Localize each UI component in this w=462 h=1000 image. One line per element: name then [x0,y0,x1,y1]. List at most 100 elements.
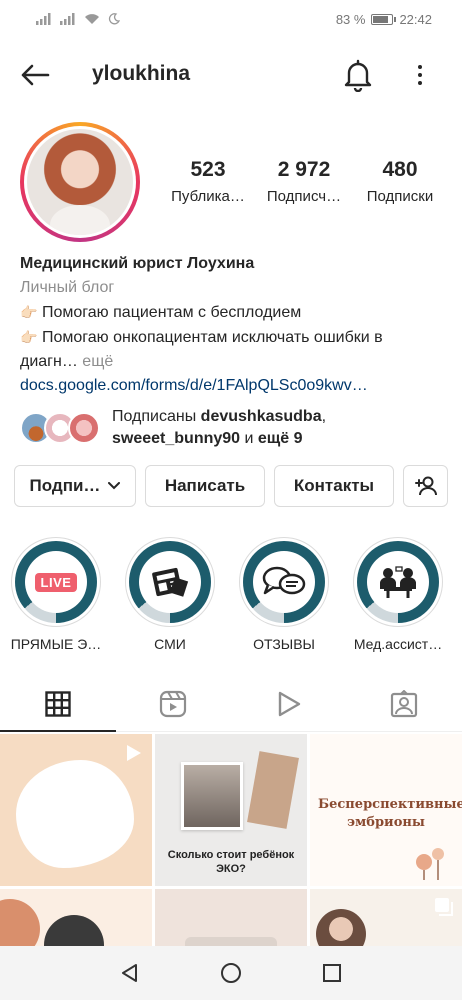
post-photo [44,915,104,946]
chevron-down-icon [108,482,121,490]
stat-value: 523 [190,158,226,181]
profile-actions: Подпи… Написать Контакты [14,465,448,507]
clock: 22:42 [399,11,432,27]
followed-by[interactable]: Подписаны devushkasudba, sweeet_bunny90 … [20,406,450,450]
highlight-reviews[interactable]: ОТЗЫВЫ [234,537,334,652]
post-shape [0,899,40,946]
follower-name: devushkasudba [200,408,322,425]
follower-name: sweeet_bunny90 [112,430,241,447]
followed-rest: ещё 9 [257,430,303,447]
system-navigation-bar [0,946,462,1000]
flower-decoration [416,848,444,880]
followed-by-text: Подписаны devushkasudba, sweeet_bunny90 … [112,408,327,447]
profile-avatar[interactable] [20,122,140,242]
dot-icon [418,65,422,69]
nav-back-button[interactable] [110,953,150,993]
highlight-cover [243,541,325,623]
highlight-core: LIVE [25,551,87,613]
battery-percent: 83 % [335,11,366,27]
post-caption: Сколько стоит ребёнок ЭКО? [167,849,295,875]
profile-display-name: Медицинский юрист Лоухина [20,255,255,272]
subscribed-button[interactable]: Подпи… [14,465,136,507]
highlight-media[interactable]: СМИ [120,537,220,652]
highlight-label: ПРЯМЫЕ Э… [10,636,102,652]
dot-icon [418,73,422,77]
contacts-button[interactable]: Контакты [274,465,394,507]
status-bar: 83 % 22:42 [0,0,462,38]
notifications-button[interactable] [342,58,374,93]
stat-label: Подписки [366,188,434,205]
profile-stats: 523 Публика… 2 972 Подписч… 480 Подписки [160,158,450,205]
tab-tagged[interactable] [347,676,462,731]
follower-avatars [20,410,108,446]
highlight-label: Мед.ассист… [353,636,443,652]
more-options-button[interactable] [408,60,432,90]
wifi-icon [85,14,99,24]
highlight-assistant[interactable]: Мед.ассист… [348,537,448,652]
tab-reels[interactable] [116,676,232,731]
newspaper-icon [152,567,189,597]
battery-icon [371,13,397,25]
square-recents-icon [322,964,341,982]
stat-label: Подписч… [266,188,342,205]
highlight-label: ОТЗЫВЫ [253,636,315,652]
post-thumbnail[interactable] [0,889,152,946]
post-caption: Бесперспективные эмбрионы [318,797,462,830]
nav-recents-button[interactable] [312,953,352,993]
post-shape [185,937,277,946]
tab-posts-grid[interactable] [0,676,116,732]
bio-more-link[interactable]: ещё [82,353,113,370]
grid-icon [45,690,71,717]
highlight-live[interactable]: LIVE ПРЯМЫЕ Э… [6,537,106,652]
video-post-icon [127,745,141,761]
bio-line: диагн… ещё [20,350,450,374]
highlight-core [139,551,201,613]
post-thumbnail[interactable]: Сколько стоит ребёнок ЭКО? [155,734,307,886]
post-thumbnail[interactable] [155,889,307,946]
status-left [36,13,120,25]
bio-website-link[interactable]: docs.google.com/forms/d/e/1FAlpQLSc0o9kw… [20,374,450,398]
stat-value: 2 972 [277,158,331,181]
pointing-hand-icon: 👉🏻 [20,304,38,320]
profile-username: yloukhina [92,62,191,85]
stat-posts[interactable]: 523 Публика… [160,158,256,205]
bio-line: 👉🏻 Помогаю онкопациентам исключать ошибки… [20,325,450,350]
suggested-people-button[interactable] [403,465,448,507]
tab-videos[interactable] [231,676,347,731]
add-user-icon [414,476,437,496]
post-photo [181,762,243,830]
arrow-left-icon [21,64,50,86]
highlight-label: СМИ [154,636,186,652]
moon-icon [108,13,120,25]
message-button[interactable]: Написать [145,465,265,507]
stat-followers[interactable]: 2 972 Подписч… [256,158,352,205]
paper-decoration [247,751,299,829]
post-thumbnail[interactable] [310,889,462,946]
bell-icon [344,59,372,93]
profile-bio: Медицинский юрист Лоухина Личный блог 👉🏻… [20,252,450,398]
post-photo [316,909,366,946]
highlight-cover [357,541,439,623]
circle-home-icon [220,963,241,983]
posts-grid: Сколько стоит ребёнок ЭКО? Бесперспектив… [0,734,462,946]
highlight-ring [125,537,215,627]
highlight-ring: LIVE [11,537,101,627]
nav-home-button[interactable] [211,953,251,993]
stat-following[interactable]: 480 Подписки [352,158,448,205]
highlight-core [253,551,315,613]
post-shape [16,760,134,868]
meeting-icon [380,566,416,598]
profile-tabs [0,676,462,732]
reels-icon [160,690,187,717]
stat-value: 480 [382,158,418,181]
highlight-cover [129,541,211,623]
highlight-ring [239,537,329,627]
chat-bubbles-icon [262,566,306,595]
avatar-border [24,126,136,238]
story-highlights: LIVE ПРЯМЫЕ Э… СМИ ОТЗЫВЫ Мед.ассист… [0,537,462,657]
post-thumbnail[interactable] [0,734,152,886]
back-button[interactable] [18,60,52,90]
dot-icon [418,81,422,85]
bio-line: 👉🏻 Помогаю пациентам с бесплодием [20,300,450,325]
post-thumbnail[interactable]: Бесперспективные эмбрионы [310,734,462,886]
